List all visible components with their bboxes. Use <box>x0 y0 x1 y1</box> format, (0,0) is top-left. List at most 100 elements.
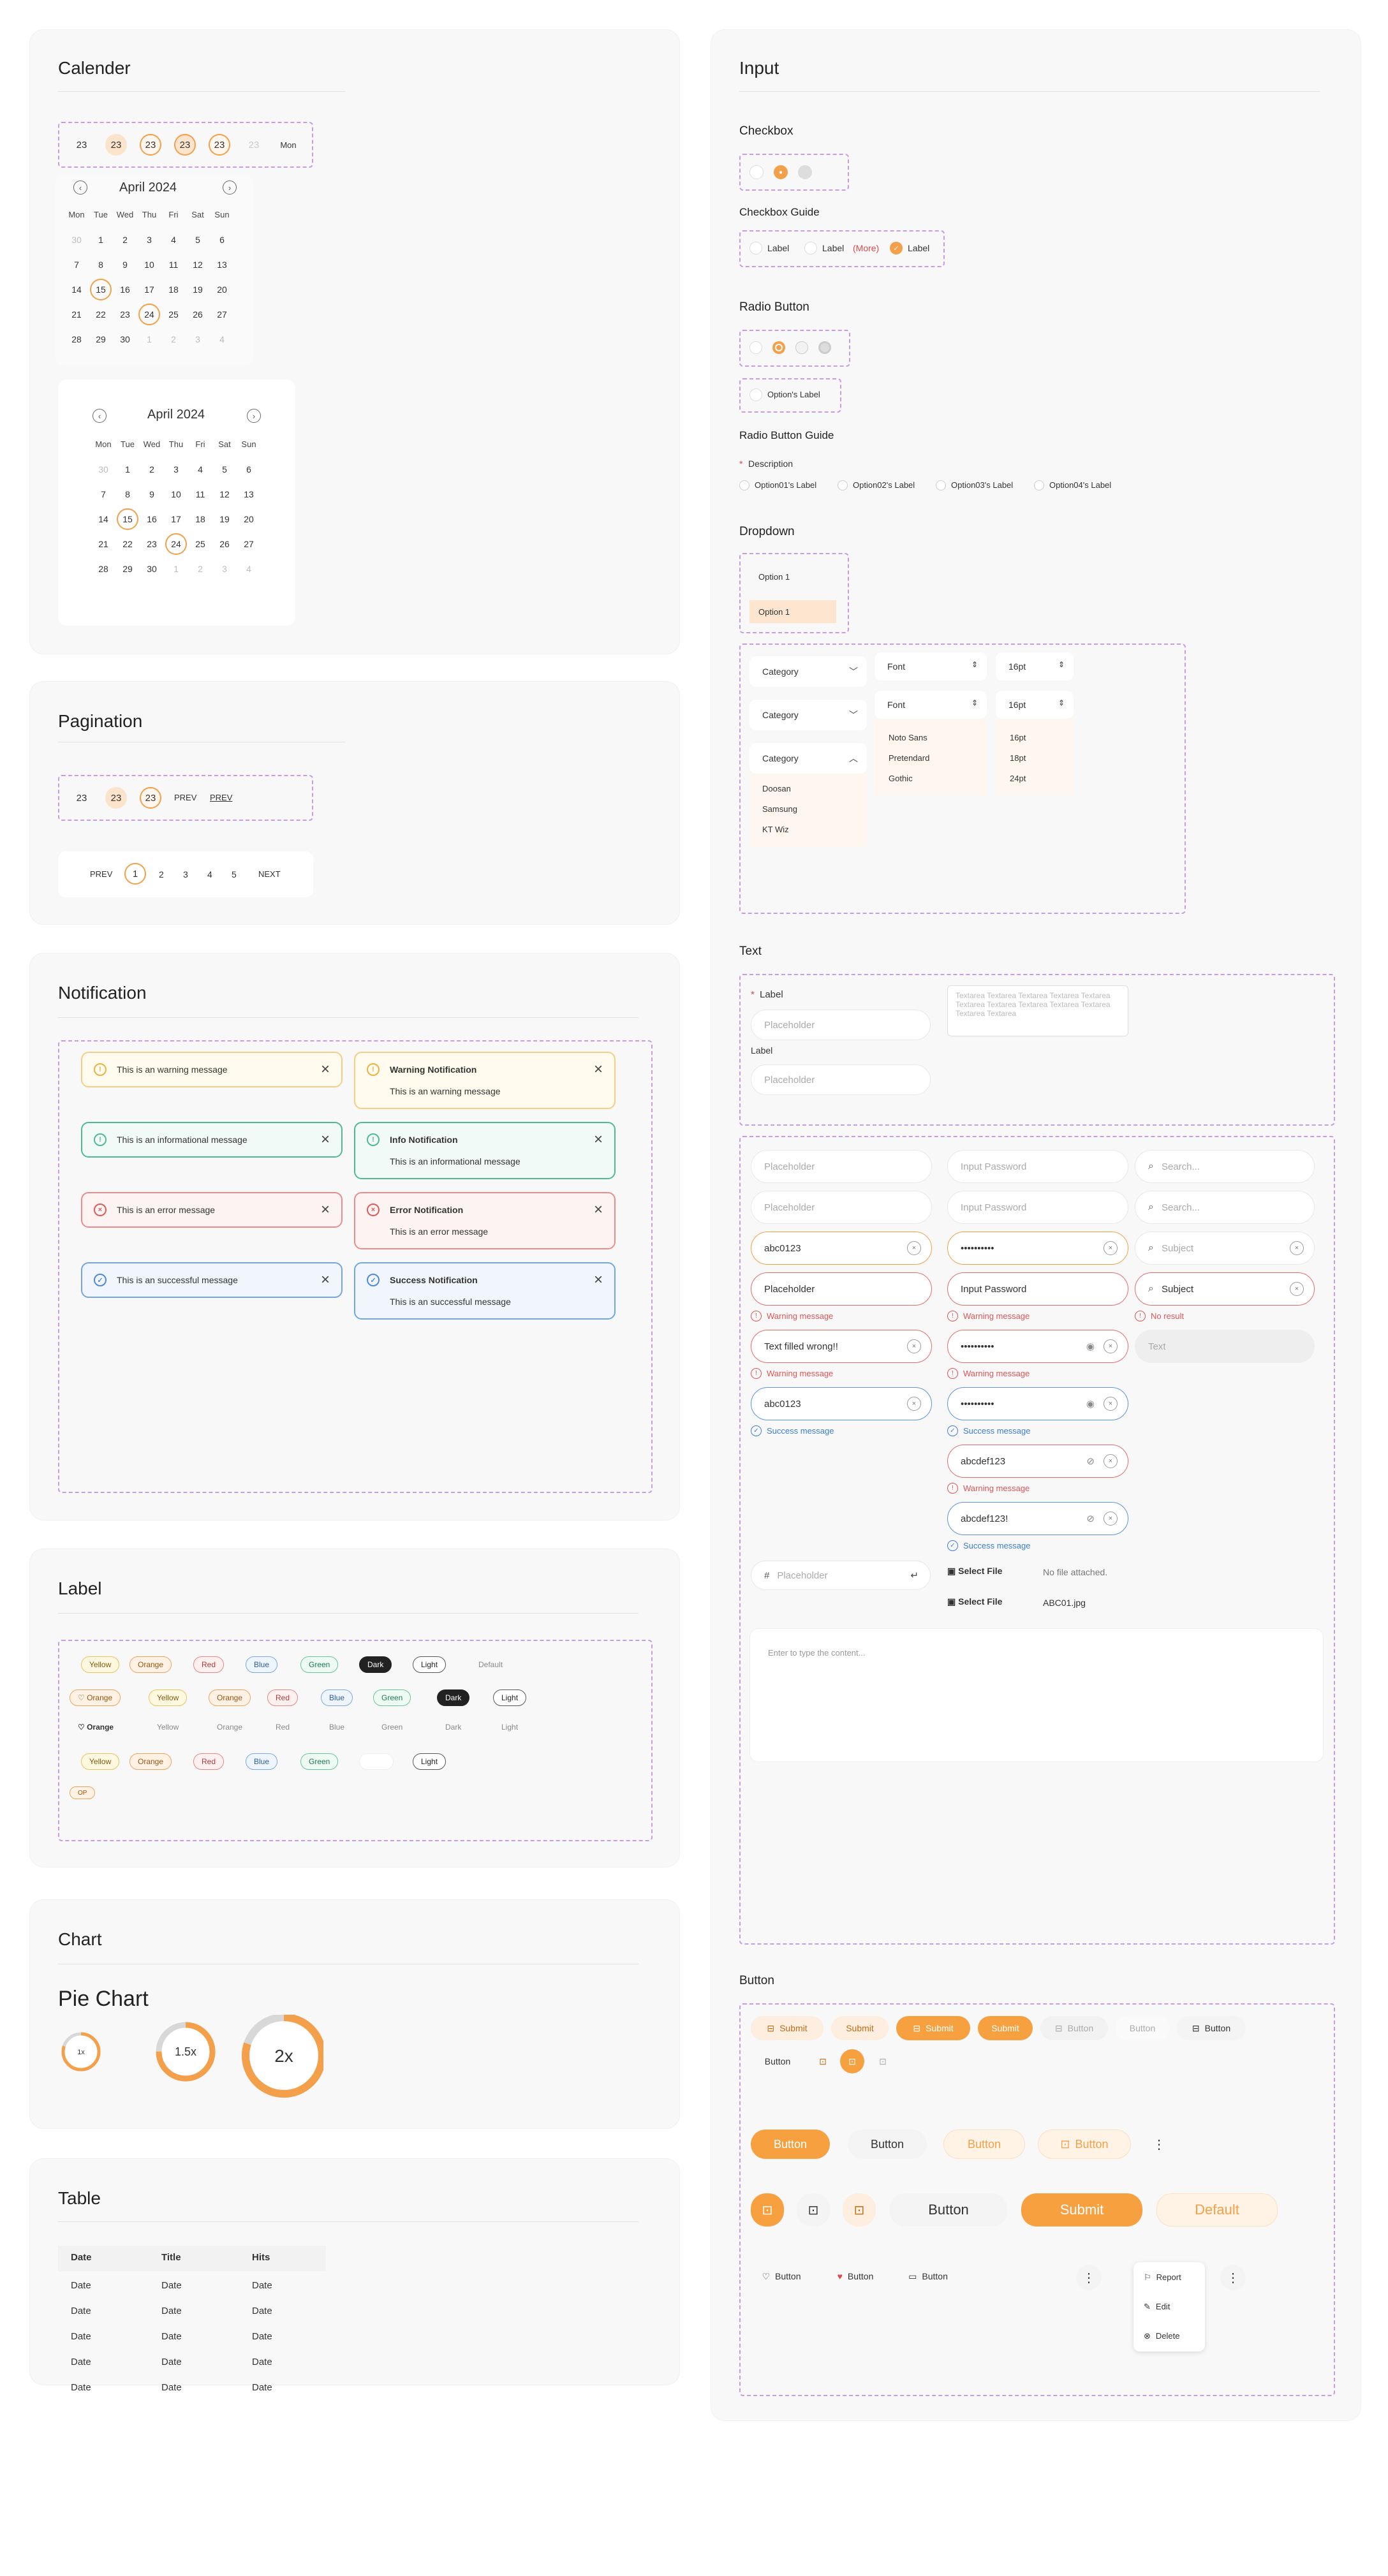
text-input[interactable]: Placeholder <box>751 1010 931 1040</box>
text-input[interactable]: ⌕ Subject × <box>1135 1272 1315 1306</box>
calendar-day[interactable]: 5 <box>186 227 210 252</box>
calendar-day[interactable]: 3 <box>164 457 188 482</box>
text-input[interactable]: Text <box>1135 1330 1315 1363</box>
button[interactable]: Button <box>751 2049 804 2073</box>
calendar-day[interactable]: 28 <box>64 327 89 351</box>
next-month-icon[interactable]: › <box>247 409 261 423</box>
text-input[interactable]: Input Password <box>947 1150 1128 1183</box>
hash-input[interactable]: # Placeholder ↵ <box>751 1561 931 1590</box>
text-input[interactable]: ⌕ Subject × <box>1135 1232 1315 1265</box>
clear-icon[interactable]: × <box>1104 1454 1118 1468</box>
calendar-day[interactable]: 21 <box>64 302 89 327</box>
calendar-day[interactable]: 3 <box>137 227 161 252</box>
font-option[interactable]: Noto Sans <box>889 733 927 742</box>
calendar-day[interactable]: 23 <box>113 302 137 327</box>
checkbox-checked[interactable]: ✓ <box>890 242 903 254</box>
radio-empty[interactable] <box>749 388 762 401</box>
radio-empty[interactable] <box>749 341 762 354</box>
calendar-day[interactable]: 26 <box>186 302 210 327</box>
button[interactable]: Default <box>1156 2193 1278 2226</box>
calendar-day[interactable]: 2 <box>113 227 137 252</box>
calendar-day[interactable]: 15 <box>90 278 112 300</box>
button[interactable]: Button <box>943 2130 1025 2159</box>
page-number[interactable]: 4 <box>207 869 212 880</box>
calendar-day[interactable]: 26 <box>212 531 237 556</box>
checkbox-empty[interactable] <box>804 242 817 254</box>
calendar-day[interactable]: 19 <box>212 506 237 531</box>
eye-icon[interactable]: ◉ <box>1086 1341 1095 1352</box>
calendar-day[interactable]: 27 <box>210 302 234 327</box>
button[interactable]: ⊡ <box>811 2049 835 2073</box>
calendar-day[interactable]: 3 <box>212 556 237 581</box>
prev-link[interactable]: PREV <box>174 793 196 802</box>
calendar-day[interactable]: 16 <box>140 506 164 531</box>
calendar-day[interactable]: 17 <box>137 277 161 302</box>
calendar-day[interactable]: 12 <box>212 482 237 506</box>
eye-icon[interactable]: ◉ <box>1086 1398 1095 1409</box>
page-number[interactable]: 5 <box>232 869 237 880</box>
clear-icon[interactable]: × <box>1290 1241 1304 1255</box>
prev-button[interactable]: PREV <box>90 869 112 879</box>
button[interactable]: ⊡ <box>751 2193 784 2226</box>
radio-empty[interactable] <box>739 480 749 490</box>
calendar-day[interactable]: 4 <box>210 327 234 351</box>
calendar-day[interactable]: 1 <box>115 457 140 482</box>
button[interactable]: ⊡ <box>797 2193 830 2226</box>
button[interactable]: ♥ Button <box>825 2265 886 2288</box>
page-number[interactable]: 23 <box>105 787 127 809</box>
button[interactable]: ⊡ <box>843 2193 876 2226</box>
calendar-day[interactable]: 22 <box>89 302 113 327</box>
calendar-day[interactable]: 25 <box>188 531 212 556</box>
button[interactable]: ⊡ Button <box>1038 2130 1131 2159</box>
text-input[interactable]: abcdef123 ⊘ × <box>947 1445 1128 1478</box>
strip-date[interactable]: 23 <box>243 134 265 156</box>
text-input[interactable]: abc0123 × <box>751 1232 932 1265</box>
text-input[interactable]: Placeholder <box>751 1272 932 1306</box>
strip-date[interactable]: 23 <box>105 134 127 156</box>
close-icon[interactable]: × <box>594 1272 603 1288</box>
calendar-day[interactable]: 30 <box>140 556 164 581</box>
radio-selected[interactable] <box>772 341 785 354</box>
prev-link[interactable]: PREV <box>210 793 232 802</box>
category-option[interactable]: KT Wiz <box>762 825 789 834</box>
close-icon[interactable]: × <box>321 1062 330 1077</box>
page-number[interactable]: 23 <box>140 787 161 809</box>
next-button[interactable]: NEXT <box>258 869 281 879</box>
close-icon[interactable]: × <box>594 1062 603 1077</box>
calendar-day[interactable]: 7 <box>91 482 115 506</box>
menu-item-report[interactable]: ⚐ Report <box>1144 2272 1181 2283</box>
clear-icon[interactable]: × <box>907 1339 921 1353</box>
text-input[interactable]: Text filled wrong!! × <box>751 1330 932 1363</box>
checkbox-empty[interactable] <box>749 242 762 254</box>
calendar-day[interactable]: 4 <box>161 227 186 252</box>
button[interactable]: ⊡ <box>840 2049 864 2073</box>
calendar-day[interactable]: 3 <box>186 327 210 351</box>
calendar-day[interactable]: 15 <box>117 508 138 530</box>
strip-date[interactable]: 23 <box>71 134 92 156</box>
calendar-day[interactable]: 9 <box>113 252 137 277</box>
button[interactable]: ⋮ <box>1220 2265 1246 2290</box>
next-month-icon[interactable]: › <box>223 180 237 195</box>
category-option[interactable]: Doosan <box>762 784 791 793</box>
text-input[interactable]: ⌕ Search... <box>1135 1191 1315 1224</box>
clear-icon[interactable]: × <box>1290 1282 1304 1296</box>
button[interactable]: Button <box>890 2193 1007 2226</box>
font-option[interactable]: Pretendard <box>889 753 929 763</box>
calendar-day[interactable]: 17 <box>164 506 188 531</box>
calendar-day[interactable]: 18 <box>161 277 186 302</box>
button[interactable]: Button <box>751 2130 830 2159</box>
menu-item-edit[interactable]: ✎ Edit <box>1144 2302 1170 2312</box>
text-input[interactable]: Placeholder <box>751 1191 932 1224</box>
radio-empty[interactable] <box>838 480 848 490</box>
button[interactable]: ⋮ <box>1145 2130 1173 2159</box>
calendar-day[interactable]: 4 <box>188 457 212 482</box>
text-input[interactable]: Placeholder <box>751 1150 932 1183</box>
button[interactable]: ⋮ <box>1076 2265 1102 2290</box>
checkbox-checked[interactable]: ● <box>774 165 788 179</box>
category-option[interactable]: Samsung <box>762 804 797 814</box>
clear-icon[interactable]: × <box>1104 1397 1118 1411</box>
calendar-day[interactable]: 2 <box>188 556 212 581</box>
clear-icon[interactable]: × <box>907 1241 921 1255</box>
select-file-button[interactable]: ▣ Select File <box>947 1596 1002 1607</box>
clear-icon[interactable]: × <box>907 1397 921 1411</box>
